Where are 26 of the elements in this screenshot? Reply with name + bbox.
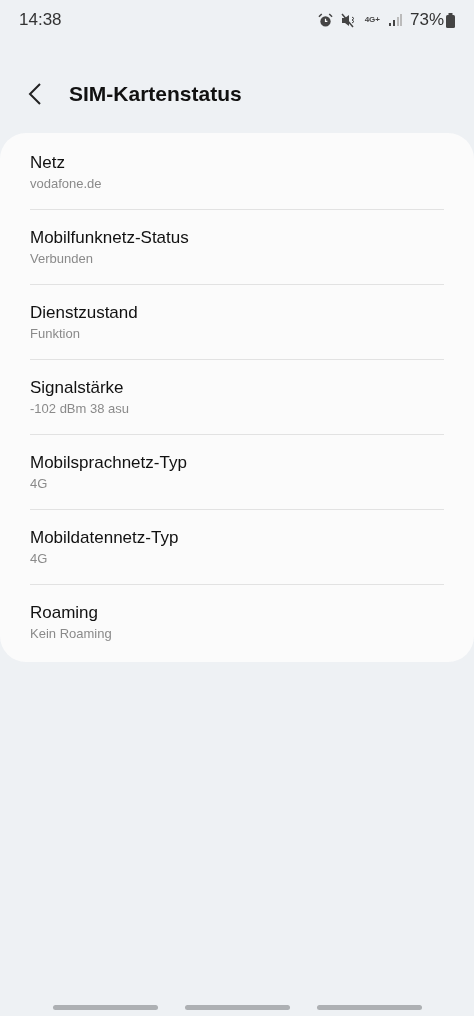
mute-icon — [340, 12, 357, 28]
network-type-indicator: 4G+ — [364, 16, 380, 24]
navigation-handle[interactable] — [184, 1005, 290, 1010]
item-value: Funktion — [30, 324, 81, 343]
signal-icon — [387, 13, 402, 27]
item-value: -102 dBm 38 asu — [30, 399, 130, 418]
back-icon — [28, 81, 42, 106]
navigation-handle[interactable] — [52, 1005, 158, 1010]
item-value: 4G — [30, 549, 49, 568]
navigation-handle[interactable] — [316, 1005, 422, 1010]
item-title: Mobilfunknetz-Status — [30, 226, 190, 249]
status-time: 14:38 — [19, 9, 62, 32]
item-value: Kein Roaming — [30, 625, 113, 643]
page-title: SIM-Kartenstatus — [69, 80, 242, 107]
item-value: vodafone.de — [30, 174, 103, 193]
item-title: Dienstzustand — [30, 301, 139, 324]
battery-icon — [446, 12, 455, 28]
item-title: Roaming — [30, 602, 100, 624]
item-title: Signalstärke — [30, 376, 125, 399]
item-title: Mobildatennetz-Typ — [30, 526, 180, 549]
battery-percentage: 73% — [409, 9, 444, 32]
alarm-icon — [317, 12, 333, 28]
item-value: 4G — [30, 474, 49, 493]
item-value: Verbunden — [30, 249, 94, 268]
item-title: Netz — [30, 151, 66, 174]
item-title: Mobilsprachnetz-Typ — [30, 451, 188, 474]
